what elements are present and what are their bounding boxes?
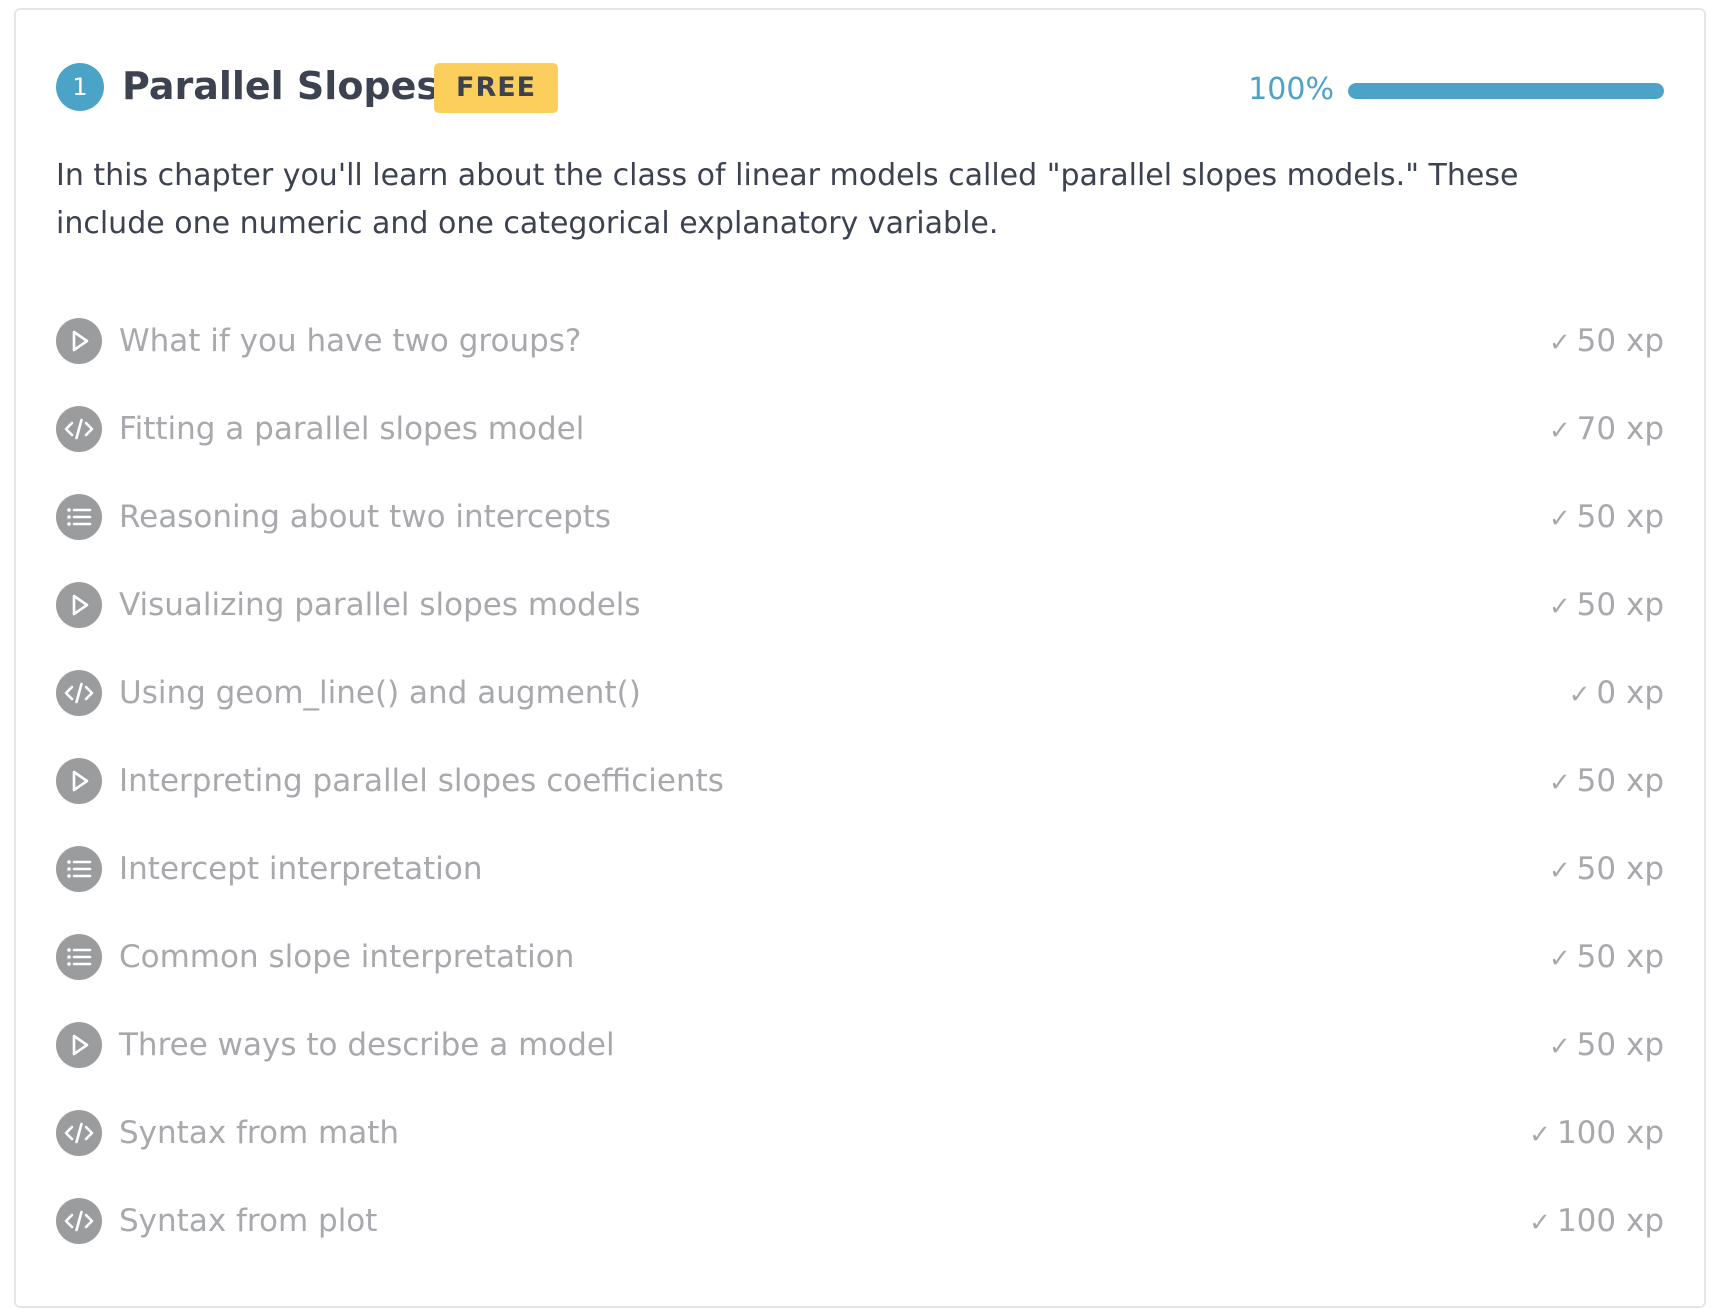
play-icon [56, 318, 102, 364]
chapter-card: 1 Parallel Slopes FREE 100% In this chap… [14, 8, 1706, 1308]
progress-percent: 100% [1248, 72, 1334, 107]
lesson-title[interactable]: Three ways to describe a model [119, 1022, 615, 1068]
lesson-title[interactable]: Using geom_line() and augment() [119, 670, 641, 716]
lesson-item[interactable]: Common slope interpretation ✓ 50 xp [56, 918, 1664, 1006]
lesson-xp: ✓ 100 xp [1529, 1198, 1664, 1246]
lesson-xp: ✓ 50 xp [1549, 758, 1664, 806]
lesson-title[interactable]: Interpreting parallel slopes coefficient… [119, 758, 724, 804]
play-icon [56, 758, 102, 804]
lesson-title[interactable]: Intercept interpretation [119, 846, 482, 892]
lesson-item[interactable]: Intercept interpretation ✓ 50 xp [56, 830, 1664, 918]
check-icon: ✓ [1529, 1208, 1551, 1238]
check-icon: ✓ [1548, 768, 1571, 798]
chapter-title[interactable]: Parallel Slopes [122, 60, 439, 112]
check-icon: ✓ [1548, 416, 1571, 446]
lesson-xp: ✓ 50 xp [1549, 318, 1664, 366]
lesson-xp-value: 50 xp [1576, 499, 1664, 535]
check-icon: ✓ [1548, 328, 1571, 358]
play-icon [56, 1022, 102, 1068]
check-icon: ✓ [1529, 1120, 1551, 1150]
lesson-item[interactable]: Reasoning about two intercepts ✓ 50 xp [56, 478, 1664, 566]
lesson-xp-value: 50 xp [1576, 939, 1664, 975]
lesson-title[interactable]: What if you have two groups? [119, 318, 581, 364]
check-icon: ✓ [1548, 1032, 1571, 1062]
check-icon: ✓ [1548, 856, 1571, 886]
lesson-xp-value: 50 xp [1576, 851, 1664, 887]
code-icon [56, 406, 102, 452]
check-icon: ✓ [1568, 680, 1591, 710]
lesson-xp: ✓ 70 xp [1549, 406, 1664, 454]
lesson-xp: ✓ 50 xp [1549, 846, 1664, 894]
chapter-number-badge: 1 [56, 63, 104, 111]
lesson-list: What if you have two groups? ✓ 50 xp Fittin… [56, 302, 1664, 1270]
lesson-xp-value: 70 xp [1576, 411, 1664, 447]
chapter-description: In this chapter you'll learn about the c… [56, 158, 1519, 241]
lesson-title[interactable]: Syntax from math [119, 1110, 399, 1156]
free-badge: FREE [434, 63, 559, 113]
lesson-xp: ✓ 50 xp [1549, 1022, 1664, 1070]
lesson-xp: ✓ 50 xp [1549, 934, 1664, 982]
lesson-title[interactable]: Visualizing parallel slopes models [119, 582, 641, 628]
lesson-title[interactable]: Common slope interpretation [119, 934, 574, 980]
lesson-title[interactable]: Reasoning about two intercepts [119, 494, 611, 540]
lesson-xp-value: 50 xp [1576, 587, 1664, 623]
progress-bar [1348, 83, 1664, 99]
code-icon [56, 670, 102, 716]
lesson-xp-value: 100 xp [1556, 1203, 1664, 1239]
progress-bar-fill [1348, 83, 1664, 99]
lesson-item[interactable]: Syntax from math ✓ 100 xp [56, 1094, 1664, 1182]
lesson-title[interactable]: Fitting a parallel slopes model [119, 406, 584, 452]
lesson-xp: ✓ 50 xp [1549, 494, 1664, 542]
list-icon [56, 494, 102, 540]
lesson-xp-value: 50 xp [1576, 1027, 1664, 1063]
lesson-title[interactable]: Syntax from plot [119, 1198, 377, 1244]
list-icon [56, 934, 102, 980]
play-icon [56, 582, 102, 628]
chapter-header: 1 Parallel Slopes FREE 100% [56, 50, 1664, 122]
lesson-item[interactable]: Interpreting parallel slopes coefficient… [56, 742, 1664, 830]
lesson-item[interactable]: Using geom_line() and augment() ✓ 0 xp [56, 654, 1664, 742]
lesson-xp-value: 50 xp [1576, 323, 1664, 359]
lesson-xp: ✓ 0 xp [1569, 670, 1664, 718]
check-icon: ✓ [1548, 944, 1571, 974]
check-icon: ✓ [1548, 504, 1571, 534]
lesson-item[interactable]: What if you have two groups? ✓ 50 xp [56, 302, 1664, 390]
lesson-xp-value: 100 xp [1556, 1115, 1664, 1151]
list-icon [56, 846, 102, 892]
lesson-xp: ✓ 100 xp [1529, 1110, 1664, 1158]
code-icon [56, 1110, 102, 1156]
check-icon: ✓ [1548, 592, 1571, 622]
lesson-item[interactable]: Fitting a parallel slopes model ✓ 70 xp [56, 390, 1664, 478]
lesson-xp-value: 50 xp [1576, 763, 1664, 799]
lesson-xp: ✓ 50 xp [1549, 582, 1664, 630]
lesson-item[interactable]: Visualizing parallel slopes models ✓ 50 xp [56, 566, 1664, 654]
lesson-item[interactable]: Syntax from plot ✓ 100 xp [56, 1182, 1664, 1270]
lesson-item[interactable]: Three ways to describe a model ✓ 50 xp [56, 1006, 1664, 1094]
code-icon [56, 1198, 102, 1244]
lesson-xp-value: 0 xp [1596, 675, 1664, 711]
